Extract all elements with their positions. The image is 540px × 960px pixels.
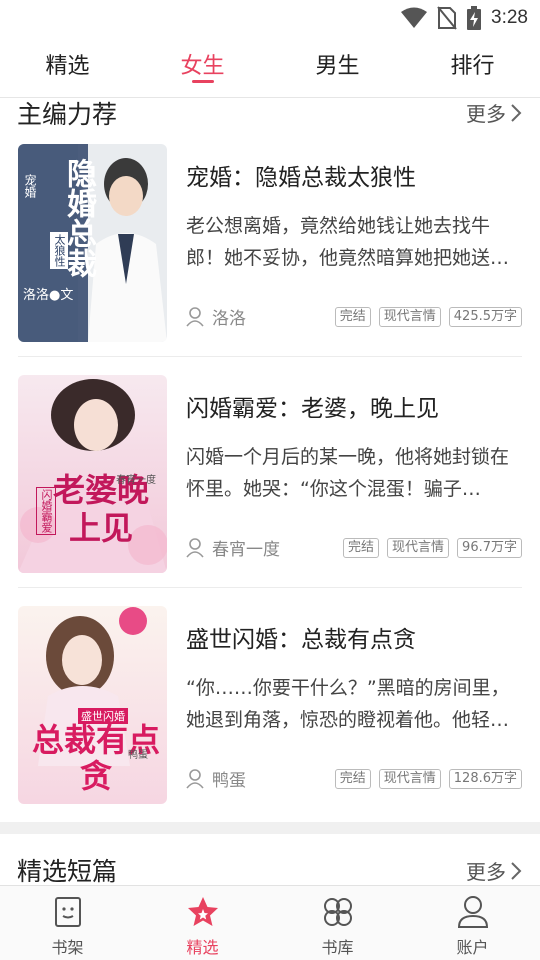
more-button-editor-picks[interactable]: 更多 <box>466 98 522 127</box>
tab-selected[interactable]: 精选 <box>0 48 135 80</box>
wordcount-tag: 128.6万字 <box>448 769 522 789</box>
nav-label: 账户 <box>456 938 489 957</box>
user-icon <box>186 537 204 558</box>
cover-author: 洛洛●文 <box>23 288 73 303</box>
book-tags: 完结 现代言情 425.5万字 <box>334 307 522 327</box>
nav-label: 书架 <box>51 938 84 957</box>
wifi-icon <box>401 7 428 28</box>
book-description: 闪婚一个月后的某一晚，他将她封锁在怀里。她哭：“你这个混蛋！骗子… <box>186 446 510 500</box>
genre-tag: 现代言情 <box>378 307 441 327</box>
author-row: 春宵一度 <box>186 535 280 560</box>
library-icon <box>323 898 352 926</box>
no-sim-icon <box>437 6 457 30</box>
chevron-right-icon <box>511 103 522 122</box>
section-title-short-picks: 精选短篇 <box>17 857 118 886</box>
status-tag: 完结 <box>334 307 371 327</box>
tab-male[interactable]: 男生 <box>270 48 405 80</box>
cover-author: 春宵一度 <box>116 475 156 486</box>
active-tab-indicator <box>192 80 214 83</box>
book-tags: 完结 现代言情 96.7万字 <box>343 538 522 558</box>
clock: 3:28 <box>491 7 528 28</box>
battery-charging-icon <box>467 6 482 30</box>
tab-ranking[interactable]: 排行 <box>405 48 540 80</box>
user-icon <box>186 306 204 327</box>
book-description: 老公想离婚，竟然给她钱让她去找牛郎！她不妥协，他竟然暗算她把她送… <box>186 215 510 269</box>
status-bar: 3:28 <box>0 0 540 36</box>
cover-subtitle: 宠婚 <box>23 174 37 198</box>
book-author: 鸭蛋 <box>212 771 246 791</box>
author-row: 鸭蛋 <box>186 766 246 791</box>
book-cover[interactable]: 总裁有点贪 盛世闪婚 鸭蛋 <box>18 606 167 804</box>
book-item[interactable]: 总裁有点贪 盛世闪婚 鸭蛋 盛世闪婚：总裁有点贪 “你……你要干什么？”黑暗的房… <box>0 606 540 836</box>
genre-tag: 现代言情 <box>378 769 441 789</box>
account-icon <box>457 896 488 928</box>
section-separator <box>0 822 540 834</box>
status-tag: 完结 <box>343 538 380 558</box>
book-item[interactable]: 老婆晚上见 闪婚霸爱 春宵一度 闪婚霸爱：老婆，晚上见 闪婚一个月后的某一晚，他… <box>0 375 540 605</box>
book-item[interactable]: 洛洛●文 隐婚总裁 宠婚 太狼性 宠婚：隐婚总裁太狼性 老公想离婚，竟然给她钱让… <box>0 144 540 374</box>
more-label: 更多 <box>466 860 506 884</box>
nav-bookshelf[interactable]: 书架 <box>0 894 135 958</box>
nav-featured[interactable]: 精选 <box>135 894 270 958</box>
book-title[interactable]: 盛世闪婚：总裁有点贪 <box>186 620 416 654</box>
star-icon <box>187 897 218 926</box>
cover-author: 鸭蛋 <box>128 750 148 761</box>
nav-library[interactable]: 书库 <box>270 894 405 958</box>
chevron-right-icon <box>511 861 522 880</box>
book-cover[interactable]: 老婆晚上见 闪婚霸爱 春宵一度 <box>18 375 167 573</box>
top-tabs: 精选 女生 男生 排行 <box>0 36 540 98</box>
divider <box>18 587 522 588</box>
nav-label: 书库 <box>321 938 354 957</box>
book-tags: 完结 现代言情 128.6万字 <box>334 769 522 789</box>
status-tag: 完结 <box>334 769 371 789</box>
more-button-short-picks[interactable]: 更多 <box>466 856 522 885</box>
book-cover[interactable]: 洛洛●文 隐婚总裁 宠婚 太狼性 <box>18 144 167 342</box>
book-author: 春宵一度 <box>212 540 280 560</box>
bookshelf-icon <box>54 897 81 927</box>
book-title[interactable]: 宠婚：隐婚总裁太狼性 <box>186 158 416 192</box>
cover-subtitle: 闪婚霸爱 <box>36 487 56 535</box>
user-icon <box>186 768 204 789</box>
nav-account[interactable]: 账户 <box>405 894 540 958</box>
nav-label: 精选 <box>186 938 219 957</box>
cover-tagline: 太狼性 <box>50 232 68 269</box>
cover-subtitle: 盛世闪婚 <box>78 708 128 724</box>
genre-tag: 现代言情 <box>387 538 450 558</box>
book-author: 洛洛 <box>212 309 246 329</box>
book-description: “你……你要干什么？”黑暗的房间里，她退到角落，惊恐的瞪视着他。他轻… <box>186 677 510 731</box>
author-row: 洛洛 <box>186 304 246 329</box>
more-label: 更多 <box>466 102 506 126</box>
wordcount-tag: 96.7万字 <box>457 538 522 558</box>
section-title-editor-picks: 主编力荐 <box>17 100 118 129</box>
bottom-navigation: 书架 精选 书库 账户 <box>0 885 540 960</box>
tab-female[interactable]: 女生 <box>135 48 270 80</box>
book-title[interactable]: 闪婚霸爱：老婆，晚上见 <box>186 389 439 423</box>
divider <box>18 356 522 357</box>
wordcount-tag: 425.5万字 <box>448 307 522 327</box>
